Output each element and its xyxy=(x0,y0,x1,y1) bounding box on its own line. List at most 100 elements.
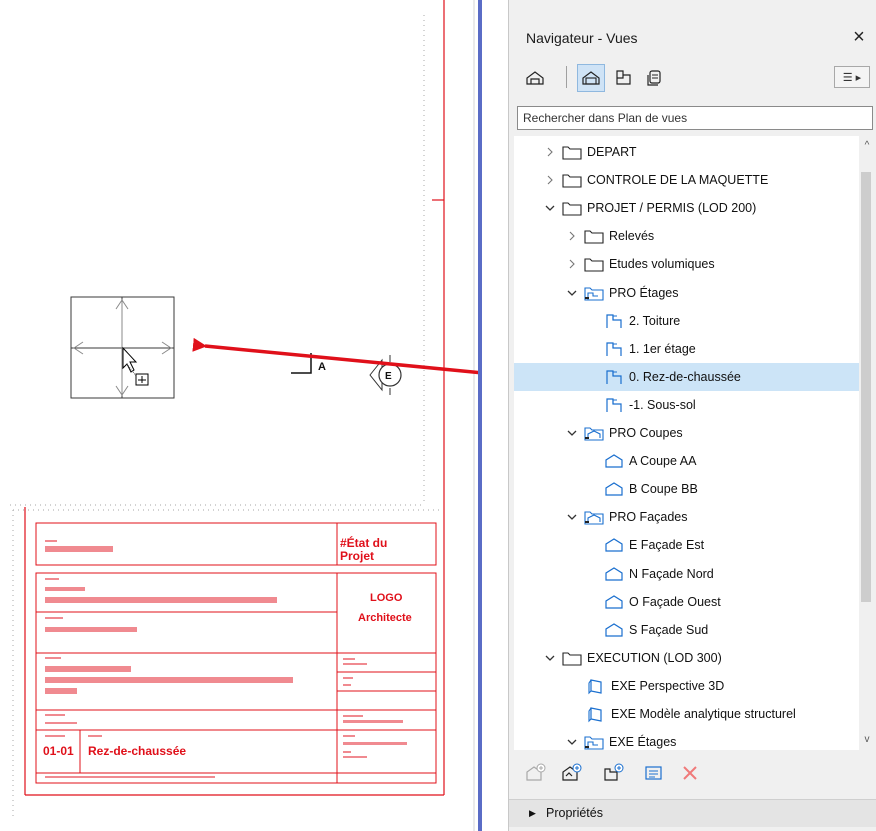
view-map-button[interactable] xyxy=(577,64,605,92)
tree-item[interactable]: DEPART xyxy=(514,138,859,166)
tree-item-label: 0. Rez-de-chaussée xyxy=(629,369,741,384)
tree-item-label: PRO Façades xyxy=(609,510,688,525)
tree-item[interactable]: -1. Sous-sol xyxy=(514,391,859,419)
layout-book-button[interactable] xyxy=(609,64,637,92)
tree-item-label: Etudes volumiques xyxy=(609,257,715,272)
tree-item[interactable]: E Façade Est xyxy=(514,531,859,559)
search-input[interactable] xyxy=(517,106,873,130)
folder-icon xyxy=(562,649,582,667)
tree-item-label: PRO Étages xyxy=(609,285,679,300)
tree-item[interactable]: CONTROLE DE LA MAQUETTE xyxy=(514,166,859,194)
tree-item[interactable]: PRO Étages xyxy=(514,279,859,307)
delete-icon xyxy=(683,766,697,780)
clone-folder-button[interactable] xyxy=(559,760,585,786)
tree-item[interactable]: PRO Coupes xyxy=(514,419,859,447)
tree-item-label: EXE Étages xyxy=(609,735,677,750)
tree-item[interactable]: 0. Rez-de-chaussée xyxy=(514,362,859,391)
tree-item[interactable]: S Façade Sud xyxy=(514,616,859,644)
chevron-right-icon[interactable] xyxy=(544,174,556,186)
tree-item[interactable]: EXE Perspective 3D xyxy=(514,672,859,700)
tree-item-label: 1. 1er étage xyxy=(629,341,696,356)
chevron-right-icon[interactable] xyxy=(544,146,556,158)
tree-item[interactable]: B Coupe BB xyxy=(514,475,859,503)
tree-item-label: B Coupe BB xyxy=(629,482,698,497)
tree-item[interactable]: EXE Étages xyxy=(514,728,859,750)
view-map-icon xyxy=(582,71,600,85)
tree-item-label: PROJET / PERMIS (LOD 200) xyxy=(587,201,757,216)
story-folder-icon xyxy=(584,733,604,750)
story-folder-icon xyxy=(584,284,604,302)
chevron-right-icon[interactable] xyxy=(566,258,578,270)
sheet-name: Rez-de-chaussée xyxy=(88,744,187,758)
tree-item[interactable]: PRO Façades xyxy=(514,503,859,531)
view-settings-button[interactable] xyxy=(641,760,667,786)
chevron-down-icon[interactable] xyxy=(544,652,556,664)
tree-item-label: N Façade Nord xyxy=(629,566,714,581)
tree-item[interactable]: EXECUTION (LOD 300) xyxy=(514,644,859,672)
publisher-sets-icon xyxy=(647,70,661,86)
project-state-label: #État du Projet xyxy=(340,536,388,563)
title-block-placeholders xyxy=(45,540,407,778)
story-icon xyxy=(604,340,624,358)
chevron-right-icon[interactable] xyxy=(566,230,578,242)
chevron-down-icon[interactable] xyxy=(544,202,556,214)
tree-item[interactable]: Etudes volumiques xyxy=(514,250,859,278)
elevation-marker-label: E xyxy=(385,371,392,382)
project-map-button[interactable] xyxy=(521,64,549,92)
tree-item[interactable]: PROJET / PERMIS (LOD 200) xyxy=(514,194,859,222)
tree-item-label: PRO Coupes xyxy=(609,426,683,440)
folder-icon xyxy=(562,199,582,217)
scroll-down-icon[interactable]: v xyxy=(859,732,875,746)
tree-item[interactable]: 1. 1er étage xyxy=(514,335,859,363)
tree-scrollbar[interactable]: ^ v xyxy=(859,136,875,750)
view-map-tree[interactable]: DEPART CONTROLE DE LA MAQUETTE PROJET / PE… xyxy=(514,136,859,750)
section-view-icon xyxy=(604,452,624,470)
drawing-canvas[interactable]: A E #État du Projet LOGO Architecte 01-0… xyxy=(0,0,478,831)
toolbar-separator xyxy=(566,66,567,88)
tree-item-label: O Façade Ouest xyxy=(629,594,721,609)
new-folder-icon xyxy=(604,763,624,781)
properties-label: Propriétés xyxy=(546,806,603,820)
expand-triangle-icon: ▶ xyxy=(529,808,536,818)
section-folder-icon xyxy=(584,508,604,526)
tree-item[interactable]: O Façade Ouest xyxy=(514,588,859,616)
tree-item-label: 2. Toiture xyxy=(629,313,681,328)
perspective-3d-icon xyxy=(586,705,606,723)
publisher-sets-button[interactable] xyxy=(641,64,669,92)
tree-item-label: Relevés xyxy=(609,229,655,244)
tree-item-label: S Façade Sud xyxy=(629,622,709,637)
tree-item[interactable]: 2. Toiture xyxy=(514,307,859,335)
chevron-down-icon[interactable] xyxy=(566,511,578,523)
tree-item[interactable]: Relevés xyxy=(514,222,859,250)
scroll-thumb[interactable] xyxy=(861,172,871,602)
scroll-up-icon[interactable]: ^ xyxy=(859,138,875,152)
navigator-bottom-toolbar xyxy=(509,758,876,788)
new-view-button[interactable] xyxy=(523,760,549,786)
panel-header: Navigateur - Vues × xyxy=(509,24,876,50)
folder-icon xyxy=(562,171,582,189)
section-view-icon xyxy=(604,593,624,611)
chevron-down-icon[interactable] xyxy=(566,736,578,748)
chevron-down-icon[interactable] xyxy=(566,287,578,299)
perspective-3d-icon xyxy=(586,677,606,695)
navigator-panel: Navigateur - Vues × ☰ ▸ Rechercher dans … xyxy=(508,0,876,831)
new-folder-button[interactable] xyxy=(601,760,627,786)
tree-item[interactable]: EXE Modèle analytique structurel xyxy=(514,700,859,728)
properties-section[interactable]: ▶ Propriétés xyxy=(509,799,876,827)
view-settings-icon xyxy=(645,766,662,780)
layout-book-icon xyxy=(616,70,631,85)
options-menu-button[interactable]: ☰ ▸ xyxy=(834,66,870,88)
tree-item[interactable]: N Façade Nord xyxy=(514,560,859,588)
project-map-icon xyxy=(526,71,544,85)
tree-item[interactable]: A Coupe AA xyxy=(514,447,859,475)
chevron-down-icon[interactable] xyxy=(566,427,578,439)
tree-item-label: -1. Sous-sol xyxy=(629,397,696,412)
new-view-icon xyxy=(526,763,546,781)
folder-icon xyxy=(584,255,604,273)
folder-icon xyxy=(562,143,582,161)
folder-icon xyxy=(584,227,604,245)
delete-button[interactable] xyxy=(677,760,703,786)
close-button[interactable]: × xyxy=(849,26,869,49)
tree-item-label: EXE Modèle analytique structurel xyxy=(611,707,796,721)
tree-item-label: DEPART xyxy=(587,145,637,159)
